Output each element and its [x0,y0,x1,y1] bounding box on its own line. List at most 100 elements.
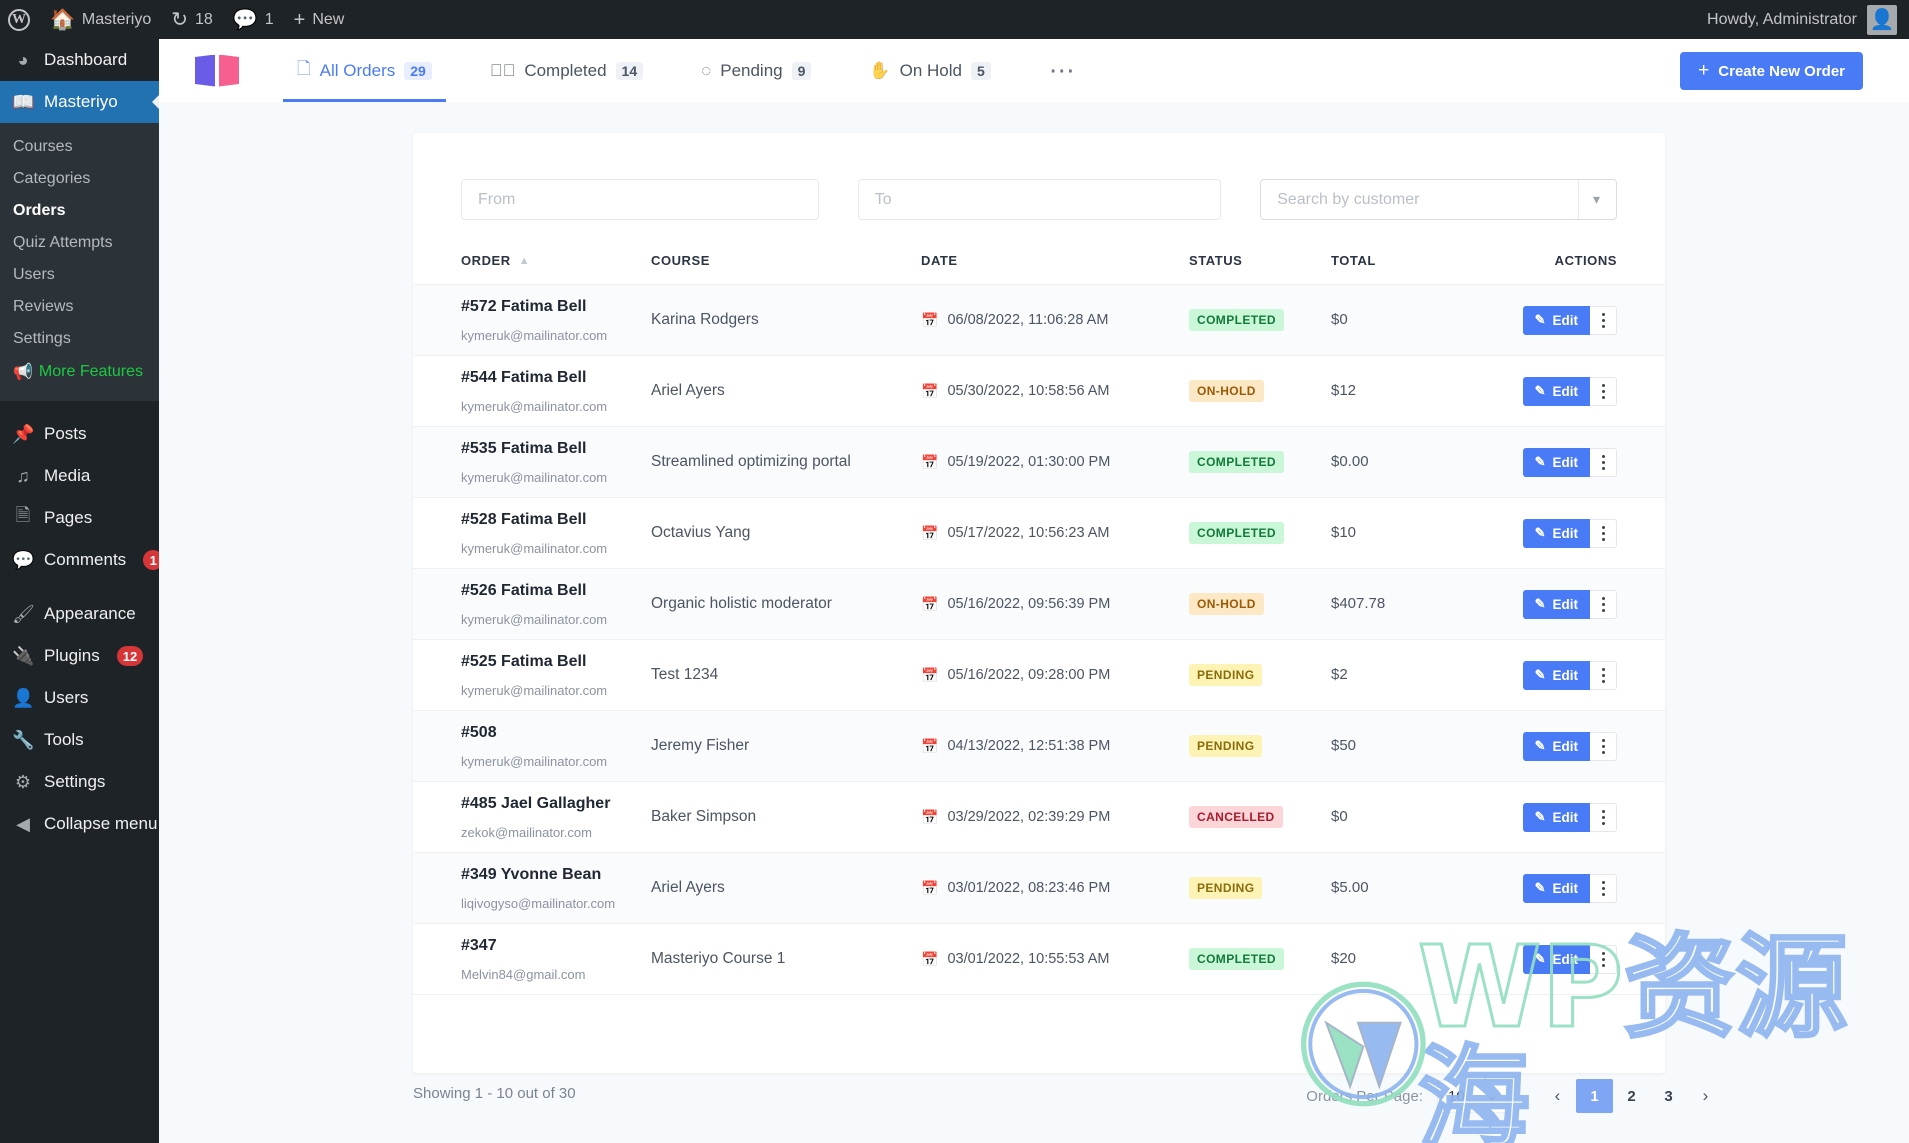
sidebar-item-posts[interactable]: 📌 Posts [0,413,159,455]
orders-per-page-select[interactable]: 10 ⌄ [1437,1080,1509,1113]
edit-button[interactable]: ✎Edit [1523,732,1590,761]
orders-table-body: #572 Fatima Bellkymeruk@mailinator.comKa… [413,285,1665,995]
sidebar-item-users[interactable]: 👤 Users [0,677,159,719]
column-header-order[interactable]: ORDER▲ [413,247,651,285]
more-vertical-icon[interactable] [1590,377,1617,406]
tab-completed[interactable]: ✓⃝ Completed 14 [476,39,657,102]
edit-label: Edit [1553,881,1579,896]
wp-logo-button[interactable]: W [0,0,40,39]
more-vertical-icon[interactable] [1590,874,1617,903]
sidebar-item-settings[interactable]: Settings [0,323,159,355]
howdy-menu[interactable]: Howdy, Administrator 👤 [1707,5,1909,35]
tab-count: 14 [616,62,644,80]
pagination-prev-button[interactable]: ‹ [1539,1079,1576,1113]
cell-order: #525 Fatima Bell kymeruk@mailinator.com [413,640,651,711]
date-to-input[interactable]: To [858,179,1221,220]
calendar-icon: 📅 [921,667,938,684]
table-row[interactable]: #347Melvin84@gmail.comMasteriyo Course 1… [413,924,1665,995]
collapse-icon: ◀ [12,814,34,835]
cell-course: Streamlined optimizing portal [651,427,921,498]
customer-search-select[interactable]: Search by customer ▾ [1260,179,1617,220]
column-header-status[interactable]: STATUS [1189,247,1331,285]
pagination-controls: Orders Per Page: 10 ⌄ ‹ 1 2 3 › [1306,1079,1724,1113]
calendar-icon: 📅 [921,525,938,542]
sidebar-item-courses[interactable]: Courses [0,131,159,163]
sidebar-item-reviews[interactable]: Reviews [0,291,159,323]
sidebar-item-orders[interactable]: Orders [0,195,159,227]
more-vertical-icon[interactable] [1590,732,1617,761]
cell-date: 📅04/13/2022, 12:51:38 PM [921,711,1189,782]
table-row[interactable]: #528 Fatima Bellkymeruk@mailinator.comOc… [413,498,1665,569]
comments-button[interactable]: 💬 1 [223,0,284,39]
edit-button[interactable]: ✎Edit [1523,448,1590,477]
more-vertical-icon[interactable] [1590,306,1617,335]
edit-button[interactable]: ✎Edit [1523,874,1590,903]
sidebar-item-dashboard[interactable]: ◕ Dashboard [0,39,159,81]
sidebar-item-comments[interactable]: 💬 Comments 1 [0,539,159,581]
table-row[interactable]: #535 Fatima Bellkymeruk@mailinator.comSt… [413,427,1665,498]
edit-button[interactable]: ✎Edit [1523,519,1590,548]
tab-all-orders[interactable]: 🗋 All Orders 29 [283,39,446,102]
edit-button[interactable]: ✎Edit [1523,306,1590,335]
user-icon: 👤 [12,688,34,709]
column-header-course[interactable]: COURSE [651,247,921,285]
sidebar-item-label: Appearance [44,604,136,624]
edit-button[interactable]: ✎Edit [1523,590,1590,619]
updates-button[interactable]: ↻ 18 [161,0,223,39]
more-vertical-icon[interactable] [1590,803,1617,832]
table-row[interactable]: #508kymeruk@mailinator.comJeremy Fisher📅… [413,711,1665,782]
table-row[interactable]: #485 Jael Gallagherzekok@mailinator.comB… [413,782,1665,853]
table-row[interactable]: #572 Fatima Bellkymeruk@mailinator.comKa… [413,285,1665,356]
collapse-menu-label: Collapse menu [44,814,157,834]
chevron-down-icon: ▾ [1578,180,1600,219]
sidebar-item-categories[interactable]: Categories [0,163,159,195]
plugins-count-badge: 12 [117,646,143,666]
date-from-input[interactable]: From [461,179,819,220]
sidebar-item-quiz-attempts[interactable]: Quiz Attempts [0,227,159,259]
edit-button[interactable]: ✎Edit [1523,661,1590,690]
pagination-next-button[interactable]: › [1687,1079,1724,1113]
sidebar-item-masteriyo[interactable]: 📖 Masteriyo [0,81,159,123]
pagination-page-1[interactable]: 1 [1576,1079,1613,1113]
create-new-order-button[interactable]: + Create New Order [1680,52,1863,90]
orders-filters: From To Search by customer ▾ [413,133,1665,220]
edit-button[interactable]: ✎Edit [1523,803,1590,832]
sidebar-item-appearance[interactable]: 🖌 Appearance [0,593,159,635]
sidebar-item-more-features[interactable]: 📢 More Features [0,355,159,389]
sidebar-item-media[interactable]: ♫ Media [0,455,159,497]
more-vertical-icon[interactable] [1590,448,1617,477]
sidebar-item-pages[interactable]: 🗎 Pages [0,497,159,539]
table-row[interactable]: #349 Yvonne Beanliqivogyso@mailinator.co… [413,853,1665,924]
pagination-page-2[interactable]: 2 [1613,1079,1650,1113]
sidebar-item-plugins[interactable]: 🔌 Plugins 12 [0,635,159,677]
edit-label: Edit [1553,810,1579,825]
pagination-page-3[interactable]: 3 [1650,1079,1687,1113]
table-row[interactable]: #526 Fatima Bellkymeruk@mailinator.comOr… [413,569,1665,640]
edit-button[interactable]: ✎Edit [1523,377,1590,406]
sidebar-item-tools[interactable]: 🔧 Tools [0,719,159,761]
more-vertical-icon[interactable] [1590,945,1617,974]
tab-count: 29 [404,62,432,80]
sidebar-item-settings[interactable]: ⚙ Settings [0,761,159,803]
table-row[interactable]: #544 Fatima Bellkymeruk@mailinator.comAr… [413,356,1665,427]
calendar-icon: 📅 [921,809,938,826]
tab-pending[interactable]: ◌ Pending 9 [687,39,825,102]
comment-icon: 💬 [12,550,34,571]
site-name-button[interactable]: 🏠 Masteriyo [40,0,161,39]
tab-on-hold[interactable]: ✋ On Hold 5 [855,39,1004,102]
table-row[interactable]: #525 Fatima Bellkymeruk@mailinator.comTe… [413,640,1665,711]
sidebar-item-users[interactable]: Users [0,259,159,291]
masteriyo-book-logo [195,55,239,87]
collapse-menu-button[interactable]: ◀ Collapse menu [0,803,159,845]
more-vertical-icon[interactable] [1590,590,1617,619]
column-header-date[interactable]: DATE [921,247,1189,285]
order-email: kymeruk@mailinator.com [461,683,651,698]
column-header-total[interactable]: TOTAL [1331,247,1491,285]
new-content-button[interactable]: + New [284,0,355,39]
more-tabs-button[interactable]: ⋯ [1035,39,1091,102]
more-vertical-icon[interactable] [1590,661,1617,690]
cell-order: #508kymeruk@mailinator.com [413,711,651,782]
order-id: #525 Fatima Bell [461,652,651,671]
edit-button[interactable]: ✎Edit [1523,945,1590,974]
more-vertical-icon[interactable] [1590,519,1617,548]
